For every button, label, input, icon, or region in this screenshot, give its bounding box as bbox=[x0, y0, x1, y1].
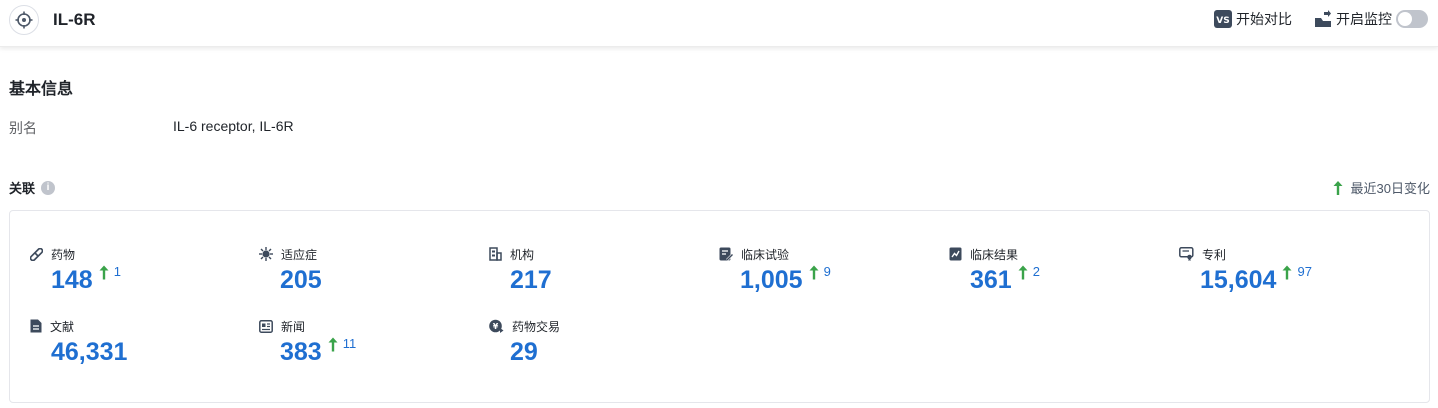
stat-label: 适应症 bbox=[281, 247, 318, 262]
stat-value[interactable]: 148 bbox=[51, 265, 93, 295]
target-icon bbox=[9, 5, 39, 35]
stat-delta: 2 bbox=[1018, 265, 1040, 280]
news-icon bbox=[259, 319, 273, 333]
stat-value[interactable]: 1,005 bbox=[740, 265, 803, 295]
stat-label: 机构 bbox=[510, 247, 535, 262]
stat-value[interactable]: 361 bbox=[970, 265, 1012, 295]
info-icon[interactable]: i bbox=[41, 180, 56, 195]
pill-icon bbox=[30, 247, 43, 261]
stat-delta-value: 1 bbox=[113, 264, 121, 279]
stat-value[interactable]: 15,604 bbox=[1200, 265, 1276, 295]
stat-label: 药物 bbox=[51, 247, 76, 262]
top-bar: IL-6R VS 开始对比 开启监控 bbox=[0, 0, 1438, 47]
up-arrow-icon bbox=[1282, 265, 1292, 280]
toggle-knob bbox=[1398, 12, 1412, 26]
stat-label: 文献 bbox=[50, 319, 75, 334]
stat-literature[interactable]: 文献 46,331 bbox=[30, 318, 127, 367]
stat-value[interactable]: 383 bbox=[280, 337, 322, 367]
stat-organizations[interactable]: 机构 217 bbox=[489, 246, 552, 295]
stat-value[interactable]: 205 bbox=[280, 265, 322, 295]
compare-label: 开始对比 bbox=[1236, 11, 1292, 27]
up-arrow-icon bbox=[1018, 265, 1028, 280]
alias-label: 别名 bbox=[9, 120, 37, 136]
stat-label: 临床结果 bbox=[970, 247, 1019, 262]
stat-label: 药物交易 bbox=[512, 319, 561, 334]
stat-value[interactable]: 29 bbox=[510, 337, 538, 367]
up-arrow-icon bbox=[99, 265, 109, 280]
up-arrow-icon bbox=[809, 265, 819, 280]
document-icon bbox=[30, 319, 42, 333]
up-arrow-icon bbox=[328, 337, 338, 352]
monitor-label: 开启监控 bbox=[1336, 11, 1392, 27]
basic-info-title: 基本信息 bbox=[9, 81, 74, 98]
stat-patents[interactable]: 专利 15,604 97 bbox=[1179, 246, 1312, 295]
stat-indications[interactable]: 适应症 205 bbox=[259, 246, 322, 295]
stat-delta-value: 97 bbox=[1297, 264, 1312, 279]
alias-value: IL-6 receptor, IL-6R bbox=[173, 118, 294, 134]
compare-button[interactable]: VS 开始对比 bbox=[1214, 9, 1292, 29]
stat-news[interactable]: 新闻 383 11 bbox=[259, 318, 356, 367]
stat-delta-value: 2 bbox=[1032, 264, 1040, 279]
monitor-icon bbox=[1315, 10, 1331, 27]
recent-change-label: 最近30日变化 bbox=[1350, 181, 1430, 196]
stat-delta-value: 11 bbox=[342, 336, 357, 351]
stat-value[interactable]: 217 bbox=[510, 265, 552, 295]
related-title-text: 关联 bbox=[9, 181, 36, 196]
stat-drugs[interactable]: 药物 148 1 bbox=[30, 246, 121, 295]
vs-icon: VS bbox=[1214, 10, 1232, 28]
deal-icon: ¥ bbox=[489, 319, 504, 333]
stat-delta: 9 bbox=[809, 265, 831, 280]
patent-icon bbox=[1179, 247, 1194, 261]
stat-label: 专利 bbox=[1202, 247, 1227, 262]
svg-text:VS: VS bbox=[1216, 16, 1229, 26]
page-title: IL-6R bbox=[53, 10, 96, 29]
chart-doc-icon bbox=[949, 247, 962, 261]
stat-value[interactable]: 46,331 bbox=[51, 337, 127, 367]
clinical-trial-icon bbox=[719, 247, 733, 261]
recent-change-legend: 最近30日变化 bbox=[1333, 178, 1430, 197]
stat-delta: 1 bbox=[99, 265, 121, 280]
stat-label: 临床试验 bbox=[741, 247, 790, 262]
svg-text:¥: ¥ bbox=[493, 322, 499, 331]
up-arrow-icon bbox=[1333, 180, 1343, 195]
monitor-control[interactable]: 开启监控 bbox=[1314, 9, 1428, 29]
building-icon bbox=[489, 247, 502, 261]
stat-clinical-results[interactable]: 临床结果 361 2 bbox=[949, 246, 1040, 295]
related-title: 关联 i bbox=[9, 178, 56, 197]
monitor-toggle[interactable] bbox=[1396, 10, 1428, 28]
stat-delta-value: 9 bbox=[823, 264, 831, 279]
stat-delta: 11 bbox=[328, 336, 357, 352]
stat-label: 新闻 bbox=[281, 319, 306, 334]
stat-clinical-trials[interactable]: 临床试验 1,005 9 bbox=[719, 246, 831, 295]
stat-drug-deals[interactable]: ¥ 药物交易 29 bbox=[489, 318, 560, 367]
virus-icon bbox=[259, 247, 273, 261]
stat-delta: 97 bbox=[1282, 264, 1312, 280]
related-stats-card: 药物 148 1 适应症 205 机构 217 临床试验 1,005 9 临床结… bbox=[9, 210, 1430, 403]
